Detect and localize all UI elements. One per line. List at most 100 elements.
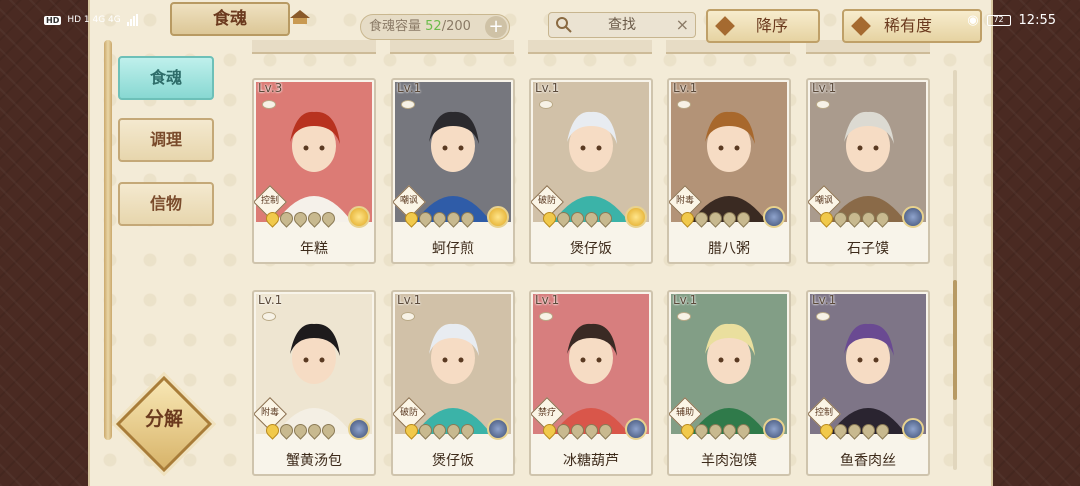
star-rating (402, 421, 477, 440)
card-name: 煲仔饭 (570, 241, 612, 257)
search-icon (556, 17, 572, 33)
sort-order-label: 降序 (756, 16, 789, 35)
blue-flower-icon (487, 418, 509, 440)
role-label: 辅助 (675, 408, 694, 418)
star-icon (873, 209, 892, 228)
star-icon (458, 209, 477, 228)
role-label: 禁疗 (537, 408, 556, 418)
blue-flower-icon (625, 418, 647, 440)
card-name: 石子馍 (847, 241, 889, 257)
card-level: Lv.1 (673, 81, 698, 95)
blue-flower-icon (763, 206, 785, 228)
food-soul-card[interactable]: Lv.3 控制 年糕 (252, 78, 376, 264)
decompose-label: 分解 (144, 408, 183, 430)
card-level: Lv.1 (535, 293, 560, 307)
star-icon (596, 421, 615, 440)
search-field[interactable]: 查找 × (548, 12, 696, 38)
blue-flower-icon (902, 418, 924, 440)
card-name: 蚵仔煎 (432, 241, 474, 257)
star-icon (319, 209, 338, 228)
lock-icon (816, 100, 830, 109)
roof-icon (290, 10, 310, 24)
add-capacity-button[interactable]: + (485, 16, 507, 38)
food-soul-card[interactable]: Lv.1 附毒腊八粥 (667, 78, 791, 264)
sidebar-rail (104, 40, 112, 440)
role-label: 破防 (399, 408, 418, 418)
role-label: 嘲讽 (814, 196, 833, 206)
capacity-current: 52 (425, 19, 442, 34)
sort-order-button[interactable]: 降序 (706, 9, 820, 43)
star-rating (678, 209, 753, 228)
capacity-label: 食魂容量 (369, 19, 422, 34)
card-level: Lv.1 (397, 293, 422, 307)
role-label: 附毒 (675, 196, 694, 206)
lock-icon (401, 100, 415, 109)
card-level: Lv.1 (535, 81, 560, 95)
card-name: 冰糖葫芦 (563, 453, 619, 469)
card-level: Lv.1 (258, 293, 283, 307)
card-level: Lv.1 (673, 293, 698, 307)
card-level: Lv.1 (812, 293, 837, 307)
food-soul-card[interactable]: Lv.1 附毒蟹黄汤包 (252, 290, 376, 476)
blue-flower-icon (763, 418, 785, 440)
sort-order-icon (715, 16, 735, 36)
food-soul-card[interactable]: Lv.1 嘲讽蚵仔煎 (391, 78, 515, 264)
lock-icon (262, 100, 276, 109)
blue-flower-icon (348, 418, 370, 440)
lock-icon (816, 312, 830, 321)
card-level: Lv.1 (397, 81, 422, 95)
star-icon (319, 421, 338, 440)
food-soul-card[interactable]: Lv.1 辅助羊肉泡馍 (667, 290, 791, 476)
clear-search-icon[interactable]: × (676, 13, 689, 37)
food-soul-card[interactable]: Lv.1 破防煲仔饭 (529, 78, 653, 264)
sidebar-item-cooking[interactable]: 调理 (118, 118, 214, 162)
star-rating (678, 421, 753, 440)
blue-flower-icon (902, 206, 924, 228)
lock-icon (262, 312, 276, 321)
lock-icon (677, 100, 691, 109)
star-rating (263, 421, 338, 440)
star-icon (734, 421, 753, 440)
card-name: 鱼香肉丝 (840, 453, 896, 469)
lock-icon (539, 100, 553, 109)
scrollbar-track[interactable] (953, 70, 957, 470)
scrollbar-thumb[interactable] (953, 280, 957, 400)
top-bar: 食魂 食魂容量 52/200 + 查找 × 降序 稀有度 (0, 0, 1080, 46)
gold-flower-icon (487, 206, 509, 228)
sort-by-icon (851, 16, 871, 36)
food-soul-card[interactable]: Lv.1 嘲讽石子馍 (806, 78, 930, 264)
lock-icon (401, 312, 415, 321)
role-label: 破防 (537, 196, 556, 206)
capacity-max: /200 (441, 19, 471, 34)
role-label: 附毒 (260, 408, 279, 418)
star-icon (873, 421, 892, 440)
sort-by-label: 稀有度 (884, 16, 933, 35)
food-soul-card[interactable]: Lv.1 破防煲仔饭 (391, 290, 515, 476)
card-level: Lv.3 (258, 81, 283, 95)
card-name: 蟹黄汤包 (286, 453, 342, 469)
page-title: 食魂 (170, 2, 290, 36)
food-soul-card[interactable]: Lv.1 控制鱼香肉丝 (806, 290, 930, 476)
star-rating (540, 209, 615, 228)
star-rating (263, 209, 338, 228)
sidebar-item-token[interactable]: 信物 (118, 182, 214, 226)
search-placeholder: 查找 (608, 17, 636, 33)
role-label: 控制 (814, 408, 833, 418)
lock-icon (677, 312, 691, 321)
star-icon (734, 209, 753, 228)
star-rating (817, 209, 892, 228)
gold-flower-icon (625, 206, 647, 228)
food-soul-card[interactable]: Lv.1 禁疗冰糖葫芦 (529, 290, 653, 476)
card-name: 羊肉泡馍 (701, 453, 757, 469)
sidebar-item-food-soul[interactable]: 食魂 (118, 56, 214, 100)
card-name: 腊八粥 (708, 241, 750, 257)
star-rating (817, 421, 892, 440)
card-name: 年糕 (300, 241, 328, 257)
card-level: Lv.1 (812, 81, 837, 95)
star-rating (402, 209, 477, 228)
card-name: 煲仔饭 (432, 453, 474, 469)
gold-flower-icon (348, 206, 370, 228)
role-label: 嘲讽 (399, 196, 418, 206)
star-icon (458, 421, 477, 440)
sort-by-button[interactable]: 稀有度 (842, 9, 982, 43)
